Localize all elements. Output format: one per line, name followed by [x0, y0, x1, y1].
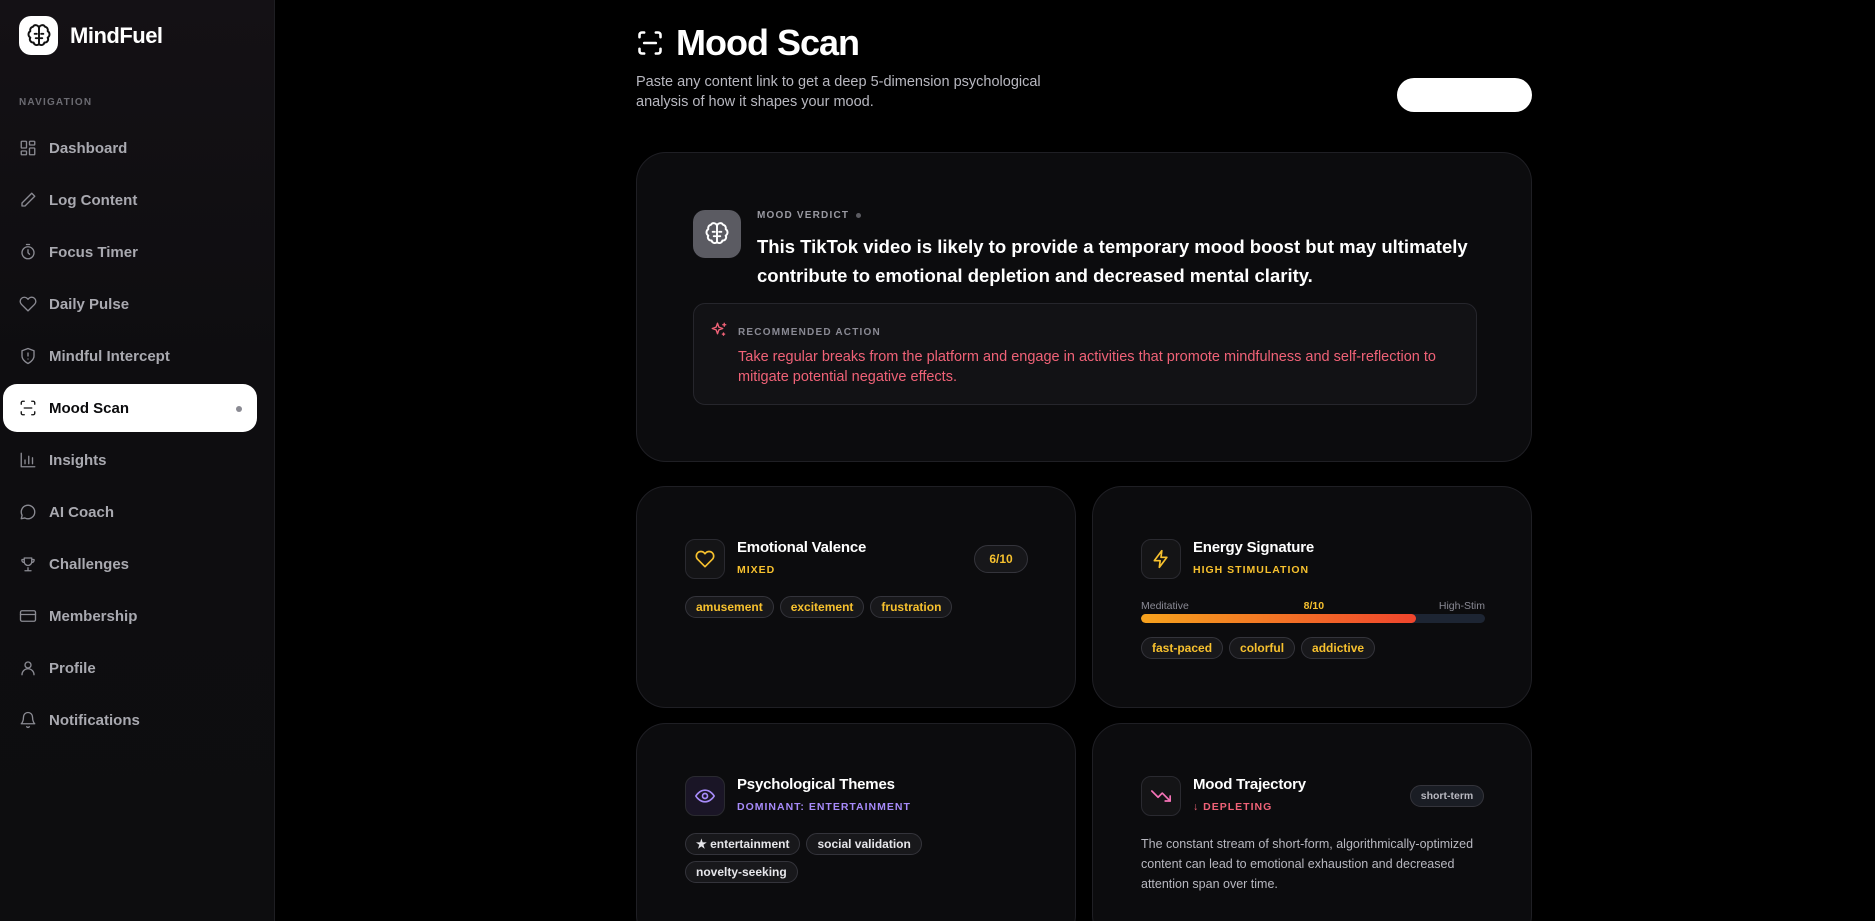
timer-icon [21, 243, 35, 260]
chat-icon [20, 504, 36, 520]
card-subtitle: DOMINANT: ENTERTAINMENT [737, 801, 911, 813]
emotion-tags: amusement excitement frustration [685, 596, 953, 618]
bell-icon [20, 711, 36, 729]
psychological-themes-card: Psychological Themes DOMINANT: ENTERTAIN… [636, 723, 1076, 921]
tag: addictive [1301, 637, 1376, 659]
trajectory-description: The constant stream of short-form, algor… [1141, 837, 1474, 891]
sidebar-item-label: Focus Timer [49, 243, 138, 261]
energy-level-bar [1141, 614, 1485, 623]
sidebar-item-insights[interactable]: Insights [3, 436, 257, 484]
sidebar-item-label: Log Content [49, 191, 138, 209]
shield-icon [21, 347, 35, 365]
scale-max-label: High-Stim [1438, 600, 1485, 612]
tag: novelty-seeking [685, 861, 798, 883]
brand[interactable]: MindFuel [19, 16, 163, 55]
card-title: Mood Trajectory [1193, 776, 1306, 793]
grid-icon [20, 140, 36, 156]
app-root: MindFuel NAVIGATION Dashboard Log Conten… [0, 0, 1875, 921]
sidebar-item-notifications[interactable]: Notifications [3, 696, 257, 744]
score-badge: 6/10 [974, 545, 1028, 573]
tag: amusement [685, 596, 774, 618]
trending-down-icon [1141, 776, 1181, 816]
tag: fast-paced [1141, 637, 1224, 659]
nav-heading: NAVIGATION [19, 97, 93, 108]
sidebar-item-label: Challenges [49, 555, 130, 573]
recommended-action-label: RECOMMENDED ACTION [738, 327, 881, 338]
energy-scale-labels: Meditative 8/10 High-Stim [1141, 600, 1485, 612]
card-title: Psychological Themes [737, 776, 895, 793]
page-subtitle: Paste any content link to get a deep 5-d… [636, 74, 1041, 110]
app-name: MindFuel [70, 22, 163, 48]
sidebar-item-daily-pulse[interactable]: Daily Pulse [3, 280, 257, 328]
sidebar-item-label: Dashboard [49, 139, 128, 157]
sidebar-item-label: Notifications [49, 711, 140, 729]
sidebar-item-label: AI Coach [49, 503, 115, 521]
recommended-action-text: Take regular breaks from the platform an… [738, 349, 1436, 385]
sidebar-item-label: Insights [49, 451, 107, 469]
sidebar-item-focus-timer[interactable]: Focus Timer [3, 228, 257, 276]
sidebar-item-membership[interactable]: Membership [3, 592, 257, 640]
tag: frustration [870, 596, 953, 618]
sidebar-item-log-content[interactable]: Log Content [3, 176, 257, 224]
theme-tags: ★ entertainment social validation novelt… [685, 833, 985, 883]
mood-verdict-card: MOOD VERDICT This TikTok video is likely… [636, 152, 1532, 462]
energy-level-fill [1141, 614, 1417, 623]
scan-icon [638, 31, 662, 55]
heart-icon [685, 539, 725, 579]
verdict-label-text: MOOD VERDICT [757, 210, 850, 221]
eye-icon [685, 776, 725, 816]
tag: excitement [779, 596, 865, 618]
tag: social validation [806, 833, 922, 855]
active-indicator-dot [236, 406, 242, 412]
sidebar-item-label: Daily Pulse [49, 295, 130, 313]
scale-value-label: 8/10 [1303, 600, 1325, 612]
scan-icon [20, 400, 36, 416]
verdict-label: MOOD VERDICT [757, 210, 862, 221]
mood-trajectory-card: Mood Trajectory ↓ DEPLETING short-term T… [1092, 723, 1532, 921]
sidebar-item-mood-scan[interactable]: Mood Scan [3, 384, 257, 432]
sidebar-item-profile[interactable]: Profile [3, 644, 257, 692]
tag: ★ entertainment [685, 833, 801, 855]
card-title: Emotional Valence [737, 539, 867, 556]
scale-min-label: Meditative [1141, 600, 1189, 612]
card-title: Energy Signature [1193, 539, 1314, 556]
card-subtitle: ↓ DEPLETING [1193, 801, 1273, 813]
verdict-text: This TikTok video is likely to provide a… [757, 236, 1468, 286]
card-subtitle: MIXED [737, 564, 776, 576]
credit-card-icon [19, 610, 37, 622]
sidebar-item-label: Membership [49, 607, 138, 625]
emotional-valence-card: Emotional Valence MIXED 6/10 amusement e… [636, 486, 1076, 708]
status-dot [856, 213, 862, 218]
energy-signature-card: Energy Signature HIGH STIMULATION Medita… [1092, 486, 1532, 708]
page-title-text: Mood Scan [676, 22, 860, 63]
sparkles-icon [711, 322, 727, 336]
recommended-action-box: RECOMMENDED ACTION Take regular breaks f… [693, 303, 1477, 405]
sidebar-item-label: Mindful Intercept [49, 347, 170, 365]
card-subtitle: HIGH STIMULATION [1193, 564, 1310, 576]
tag: colorful [1229, 637, 1296, 659]
sidebar-item-ai-coach[interactable]: AI Coach [3, 488, 257, 536]
energy-tags: fast-paced colorful addictive [1141, 637, 1376, 659]
page-title: Mood Scan [636, 22, 860, 64]
sidebar: MindFuel NAVIGATION Dashboard Log Conten… [0, 0, 275, 921]
user-icon [21, 661, 35, 676]
lightning-icon [1141, 539, 1181, 579]
sidebar-item-mindful-intercept[interactable]: Mindful Intercept [3, 332, 257, 380]
bar-chart-icon [20, 452, 36, 468]
sidebar-item-label: Profile [49, 659, 96, 677]
heart-icon [19, 296, 37, 312]
sidebar-item-challenges[interactable]: Challenges [3, 540, 257, 588]
brain-icon [693, 210, 741, 258]
duration-badge: short-term [1410, 785, 1484, 807]
sidebar-item-dashboard[interactable]: Dashboard [3, 124, 257, 172]
sidebar-item-label: Mood Scan [49, 399, 130, 417]
sidebar-nav: Dashboard Log Content Focus Timer Daily … [3, 124, 257, 748]
brain-logo-icon [19, 16, 58, 55]
trophy-icon [21, 557, 35, 572]
header-action-button[interactable] [1397, 78, 1532, 112]
pencil-icon [21, 192, 36, 207]
